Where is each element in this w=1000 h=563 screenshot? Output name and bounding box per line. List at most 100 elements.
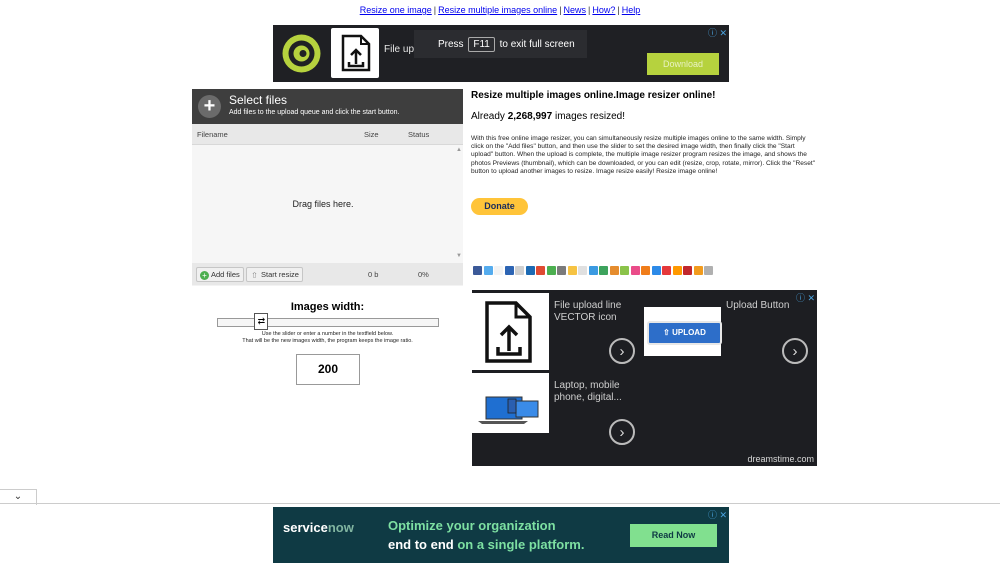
upload-arrow-icon: ⇧ (663, 328, 673, 337)
bottom-advertisement[interactable]: servicenow Optimize your organization en… (273, 507, 729, 563)
ad-card3-text[interactable]: Laptop, mobile phone, digital... (554, 380, 634, 404)
share-icon[interactable] (473, 266, 482, 275)
file-upload-thumbnail (331, 28, 379, 78)
width-slider-handle[interactable]: ⇄ (254, 313, 269, 330)
share-icon[interactable] (483, 266, 493, 275)
right-advertisement[interactable]: ⓘ ✕ File upload line VECTOR icon › ⇧ UPL… (472, 290, 817, 466)
add-files-label: Add files (211, 270, 240, 279)
nav-link-help[interactable]: Help (622, 5, 641, 15)
add-icon: + (200, 271, 209, 280)
chevron-right-icon[interactable]: › (609, 419, 635, 445)
ad-card2-text[interactable]: Upload Button (726, 300, 816, 312)
share-icon[interactable] (515, 266, 524, 275)
share-icon[interactable] (672, 266, 682, 275)
upload-header: + Select files Add files to the upload q… (192, 89, 463, 124)
bottom-ad-line1: Optimize your organization (388, 518, 556, 533)
drop-zone-text: Drag files here. (292, 199, 354, 209)
nav-link-news[interactable]: News (564, 5, 587, 15)
ad-info-close-icon[interactable]: ⓘ ✕ (708, 508, 727, 521)
add-files-button[interactable]: + Add files (196, 267, 244, 282)
share-icon[interactable] (567, 266, 577, 275)
start-resize-button[interactable]: ⇧ Start resize (246, 267, 303, 282)
share-icon[interactable] (630, 266, 640, 275)
share-icon[interactable] (651, 266, 661, 275)
toast-press: Press (438, 39, 464, 50)
servicenow-logo: servicenow (283, 520, 354, 535)
width-help-line1: Use the slider or enter a number in the … (261, 331, 394, 337)
brand-service: service (283, 520, 328, 535)
bottom-ad-line2-highlight: end to end (388, 537, 454, 552)
drop-zone-scrollbar[interactable]: ▲ ▼ (455, 147, 462, 259)
share-icon[interactable] (599, 266, 608, 275)
share-icon[interactable] (704, 266, 713, 275)
share-icon[interactable] (588, 266, 598, 275)
drop-zone[interactable]: Drag files here. ▲ ▼ (192, 145, 463, 263)
upload-column-headers: Filename Size Status (192, 124, 463, 145)
total-percent: 0% (418, 270, 429, 279)
scroll-down-icon[interactable]: ▼ (456, 253, 462, 259)
share-icon[interactable] (609, 266, 619, 275)
width-help-text: Use the slider or enter a number in the … (192, 331, 463, 345)
total-size: 0 b (368, 270, 379, 279)
width-slider-track[interactable] (217, 318, 439, 327)
plus-icon[interactable]: + (198, 95, 221, 118)
chevron-right-icon[interactable]: › (782, 338, 808, 364)
share-icon[interactable] (536, 266, 545, 275)
ad-info-close-icon[interactable]: ⓘ ✕ (708, 26, 727, 39)
nav-separator: | (559, 5, 562, 15)
upload-subtitle: Add files to the upload queue and click … (229, 109, 400, 116)
description-text: With this free online image resizer, you… (471, 135, 816, 175)
nav-link-resize-multiple[interactable]: Resize multiple images online (438, 5, 557, 15)
chevron-right-icon[interactable]: › (609, 338, 635, 364)
share-icon[interactable] (693, 266, 703, 275)
fullscreen-toast: Press F11 to exit full screen (414, 30, 587, 58)
ad-card-file-thumbnail[interactable] (472, 293, 549, 370)
share-icon[interactable] (662, 266, 671, 275)
start-resize-label: Start resize (261, 270, 299, 279)
share-icon[interactable] (578, 266, 587, 275)
upload-badge-label: UPLOAD (672, 328, 706, 337)
bottom-divider (0, 503, 1000, 504)
column-filename: Filename (197, 130, 228, 139)
laptop-phone-icon (478, 396, 539, 424)
share-icon[interactable] (683, 266, 692, 275)
scroll-up-icon[interactable]: ▲ (456, 147, 462, 153)
upload-footer: + Add files ⇧ Start resize 0 b 0% (192, 263, 463, 285)
drag-arrows-icon: ⇄ (257, 316, 266, 326)
spiral-logo-icon (282, 34, 321, 73)
ad-card-laptop-thumbnail[interactable] (472, 373, 549, 433)
toast-key-f11: F11 (468, 37, 495, 52)
share-icon[interactable] (525, 266, 535, 275)
upload-panel: + Select files Add files to the upload q… (192, 89, 463, 286)
ad-card1-text[interactable]: File upload line VECTOR icon (554, 300, 634, 324)
top-nav: Resize one image | Resize multiple images … (0, 5, 1000, 15)
upload-title: Select files (229, 93, 288, 107)
counter-prefix: Already (471, 111, 508, 122)
share-icon[interactable] (620, 266, 629, 275)
ad-card-upload-thumbnail[interactable]: ⇧ UPLOAD (644, 307, 722, 356)
donate-button[interactable]: Donate (471, 198, 528, 215)
top-ad-download-button[interactable]: Download (647, 53, 719, 75)
share-icon[interactable] (504, 266, 514, 275)
bottom-ad-line2-rest: on a single platform. (453, 537, 585, 552)
counter-suffix: images resized! (552, 111, 625, 122)
share-icon[interactable] (557, 266, 566, 275)
chevron-down-icon: ⌄ (13, 491, 23, 502)
column-size: Size (364, 130, 379, 139)
nav-separator: | (433, 5, 437, 15)
nav-separator: | (588, 5, 591, 15)
page-title: Resize multiple images online.Image resi… (471, 90, 716, 101)
file-upload-icon (485, 301, 532, 363)
read-now-button[interactable]: Read Now (630, 524, 717, 547)
share-icon[interactable] (546, 266, 556, 275)
width-input[interactable]: 200 (296, 354, 360, 385)
ad-brand[interactable]: dreamstime.com (747, 454, 814, 464)
width-help-line2: That will be the new images width, the p… (242, 338, 413, 344)
upload-badge: ⇧ UPLOAD (647, 321, 722, 345)
nav-link-how[interactable]: How? (592, 5, 615, 15)
resize-counter: Already 2,268,997 images resized! (471, 111, 625, 122)
share-icon[interactable] (641, 266, 650, 275)
share-icon[interactable] (494, 266, 503, 275)
nav-link-resize-one[interactable]: Resize one image (360, 5, 432, 15)
nav-separator: | (617, 5, 620, 15)
